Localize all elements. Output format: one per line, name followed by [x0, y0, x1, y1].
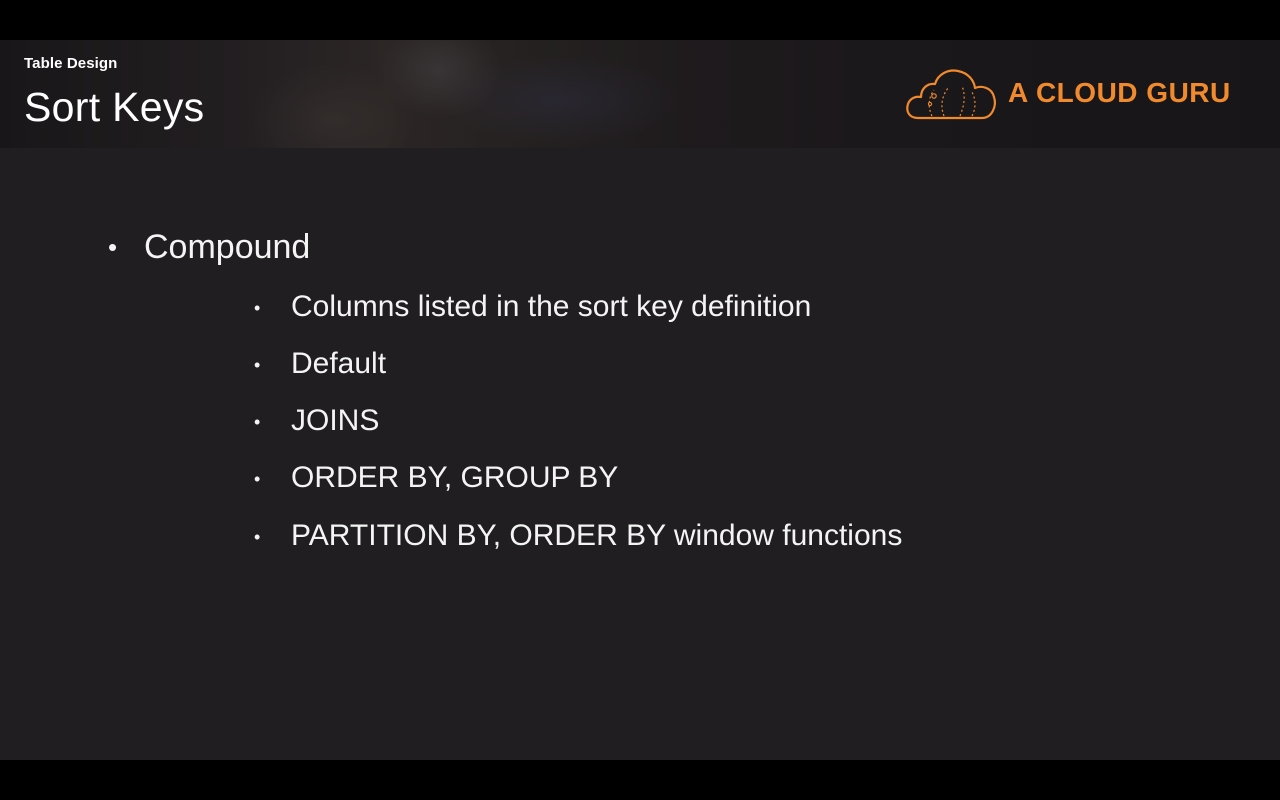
bullet-dot: • [254, 469, 261, 489]
bullet-dot: • [108, 232, 118, 262]
list-item-text: Compound [144, 228, 311, 266]
sub-list-item-text: PARTITION BY, ORDER BY window functions [291, 519, 903, 552]
bullet-list: • Compound • Columns listed in the sort … [0, 40, 1280, 760]
bullet-dot: • [254, 298, 261, 318]
slide: Table Design Sort Keys A CLOUD GURU • Co… [0, 40, 1280, 760]
bullet-dot: • [254, 527, 261, 547]
sub-list-item-text: Columns listed in the sort key definitio… [291, 290, 812, 323]
sub-list-item-text: Default [291, 347, 387, 380]
sub-list-item-text: ORDER BY, GROUP BY [291, 461, 619, 494]
bullet-dot: • [254, 412, 261, 432]
sub-list-item-text: JOINS [291, 404, 380, 437]
bullet-dot: • [254, 355, 261, 375]
letterbox-top [0, 0, 1280, 40]
letterbox-bottom [0, 760, 1280, 800]
